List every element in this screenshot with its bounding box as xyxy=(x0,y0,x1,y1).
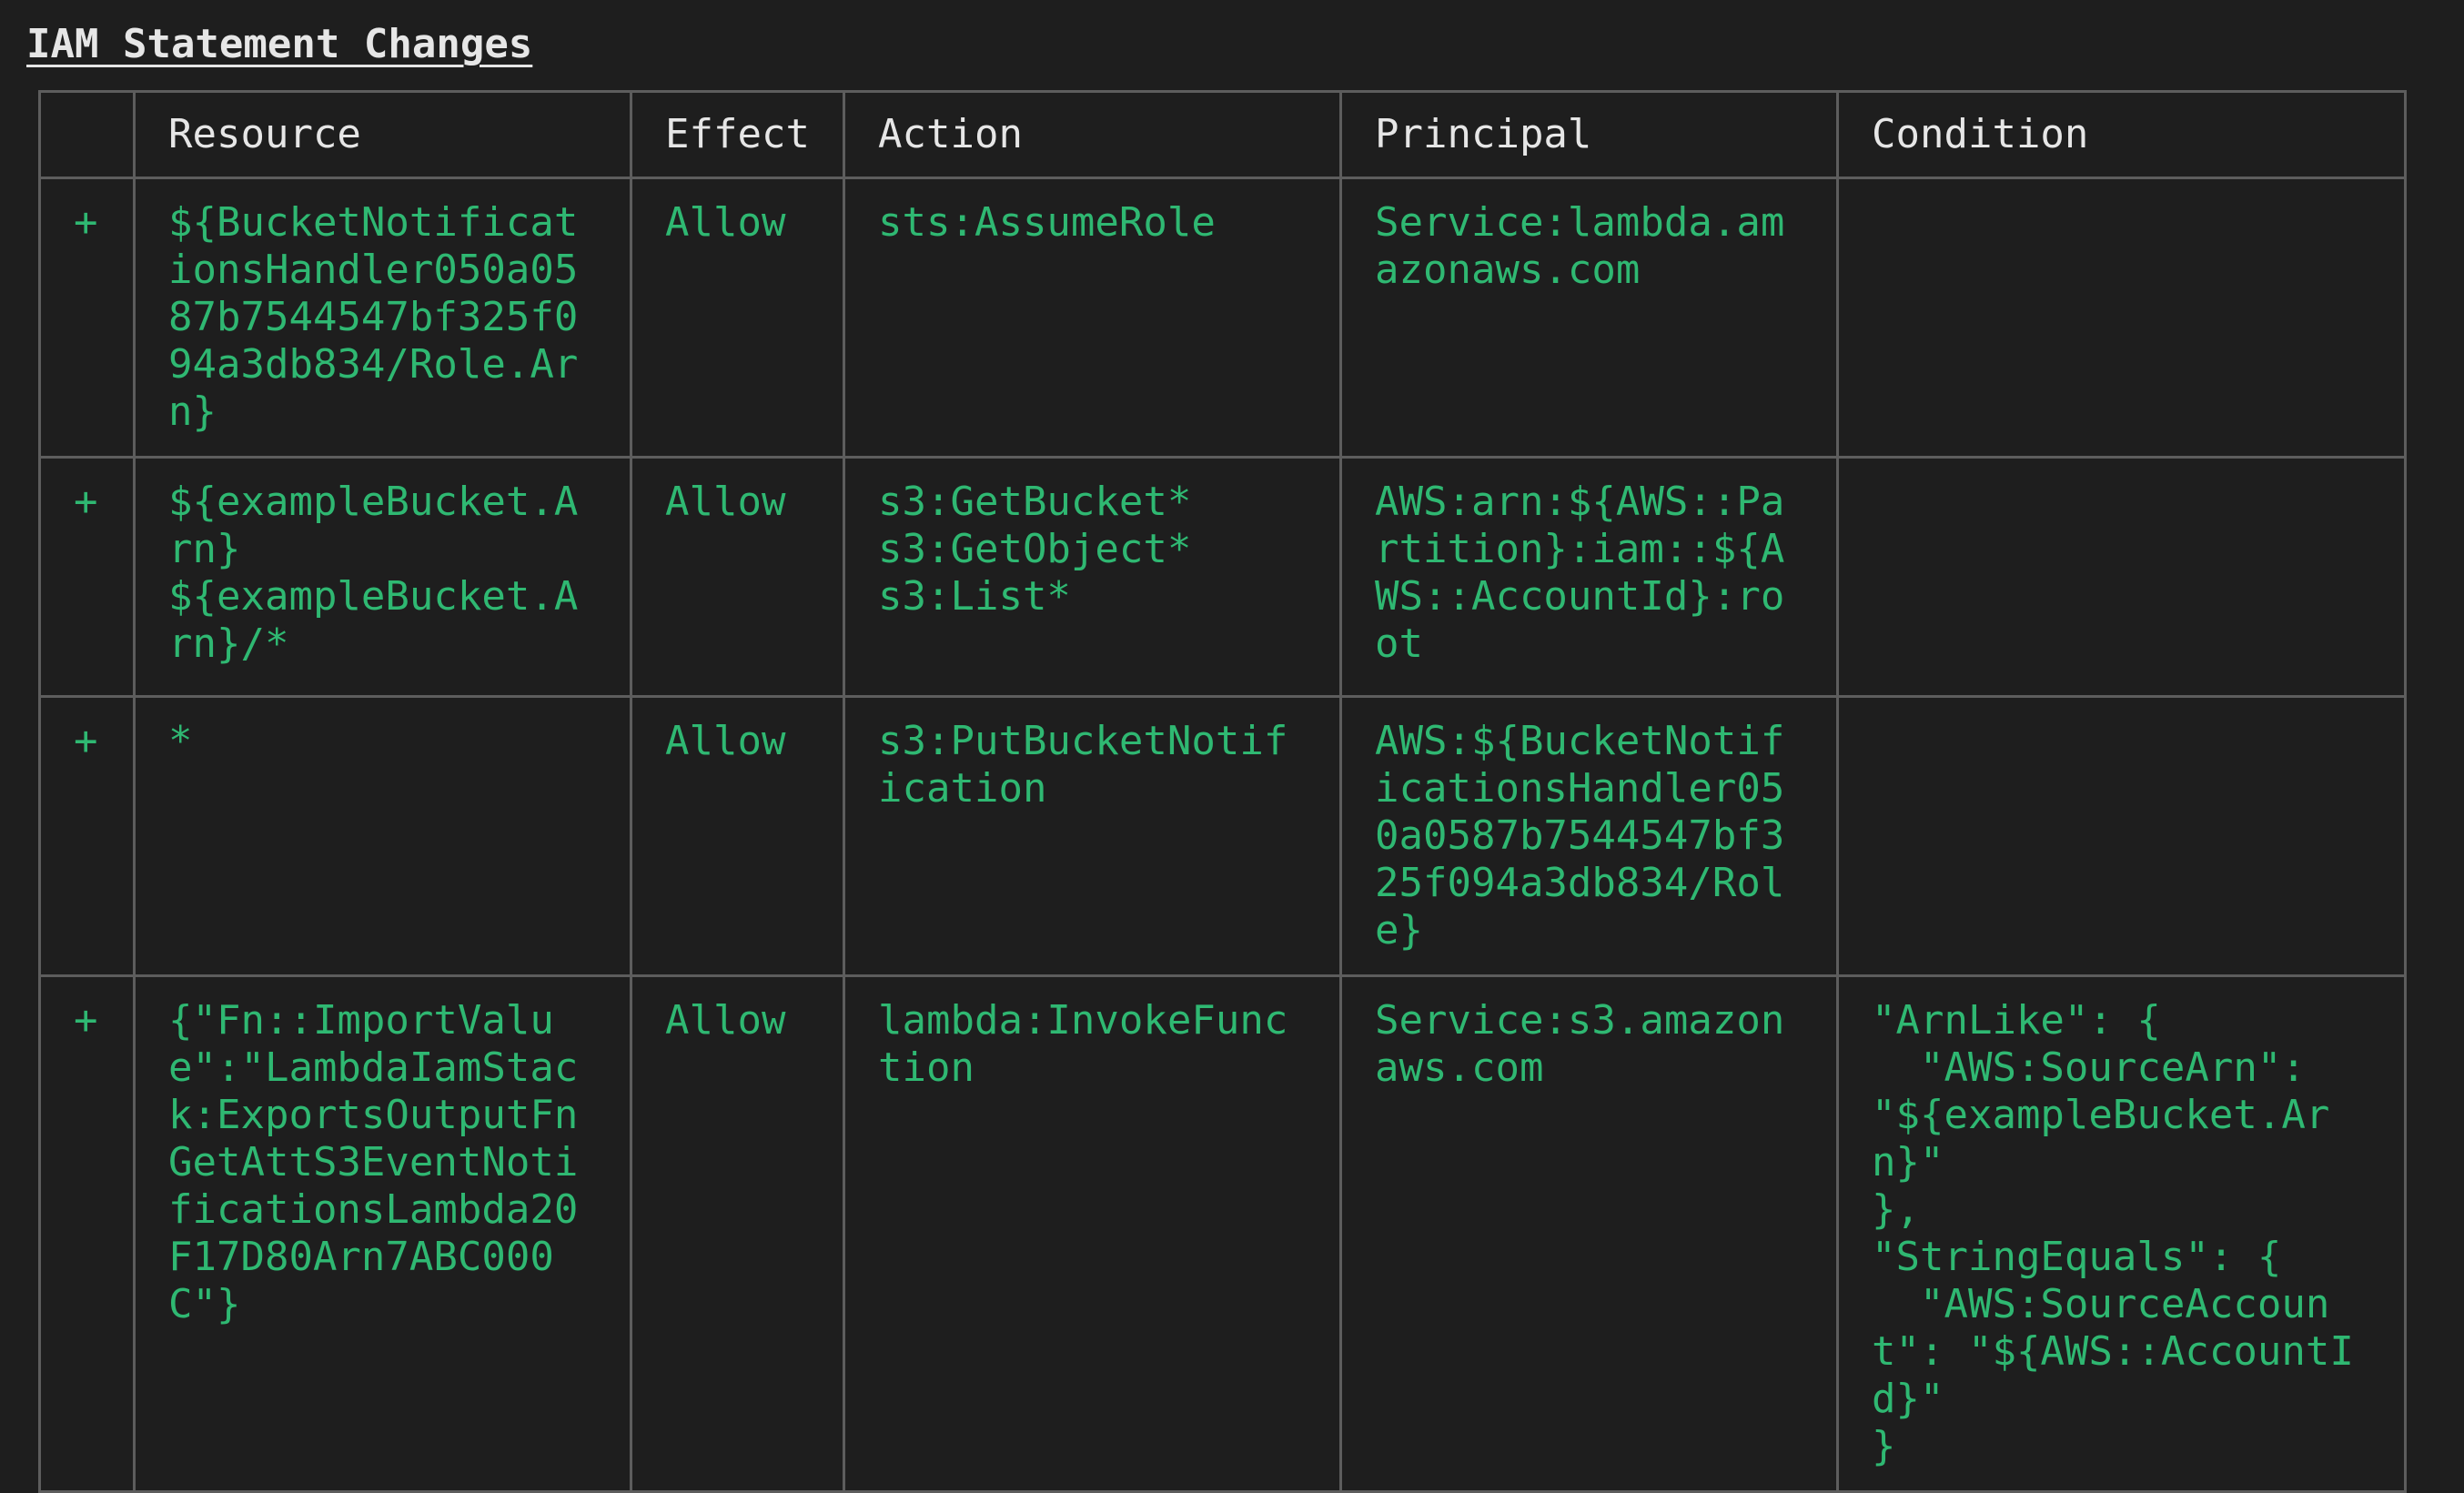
action-cell: s3:PutBucketNotification xyxy=(843,695,1342,977)
principal-cell: Service:s3.amazonaws.com xyxy=(1339,974,1839,1493)
condition-cell xyxy=(1836,456,2407,698)
table-row: + * Allow s3:PutBucketNotification AWS:$… xyxy=(38,695,2407,977)
header-sign xyxy=(38,90,136,179)
resource-cell: ${exampleBucket.Arn} ${exampleBucket.Arn… xyxy=(133,456,632,698)
resource-cell: * xyxy=(133,695,632,977)
condition-cell: "ArnLike": { "AWS:SourceArn": "${example… xyxy=(1836,974,2407,1493)
condition-cell xyxy=(1836,695,2407,977)
change-sign: + xyxy=(38,456,136,698)
resource-cell: {"Fn::ImportValue":"LambdaIamStack:Expor… xyxy=(133,974,632,1493)
principal-cell: AWS:arn:${AWS::Partition}:iam::${AWS::Ac… xyxy=(1339,456,1839,698)
header-effect: Effect xyxy=(630,90,845,179)
section-title: IAM Statement Changes xyxy=(26,21,533,67)
effect-cell: Allow xyxy=(630,974,845,1493)
header-resource: Resource xyxy=(133,90,632,179)
effect-cell: Allow xyxy=(630,177,845,459)
action-cell: s3:GetBucket* s3:GetObject* s3:List* xyxy=(843,456,1342,698)
resource-cell: ${BucketNotificationsHandler050a0587b754… xyxy=(133,177,632,459)
table-row: + ${BucketNotificationsHandler050a0587b7… xyxy=(38,177,2407,459)
action-cell: lambda:InvokeFunction xyxy=(843,974,1342,1493)
condition-cell xyxy=(1836,177,2407,459)
table-row: + ${exampleBucket.Arn} ${exampleBucket.A… xyxy=(38,456,2407,698)
effect-cell: Allow xyxy=(630,456,845,698)
effect-cell: Allow xyxy=(630,695,845,977)
change-sign: + xyxy=(38,177,136,459)
principal-cell: Service:lambda.amazonaws.com xyxy=(1339,177,1839,459)
action-cell: sts:AssumeRole xyxy=(843,177,1342,459)
table-row: + {"Fn::ImportValue":"LambdaIamStack:Exp… xyxy=(38,974,2407,1493)
change-sign: + xyxy=(38,695,136,977)
table-header-row: Resource Effect Action Principal Conditi… xyxy=(38,90,2407,179)
header-action: Action xyxy=(843,90,1342,179)
principal-cell: AWS:${BucketNotificationsHandler050a0587… xyxy=(1339,695,1839,977)
change-sign: + xyxy=(38,974,136,1493)
iam-statement-table: Resource Effect Action Principal Conditi… xyxy=(38,90,2407,1493)
header-condition: Condition xyxy=(1836,90,2407,179)
header-principal: Principal xyxy=(1339,90,1839,179)
